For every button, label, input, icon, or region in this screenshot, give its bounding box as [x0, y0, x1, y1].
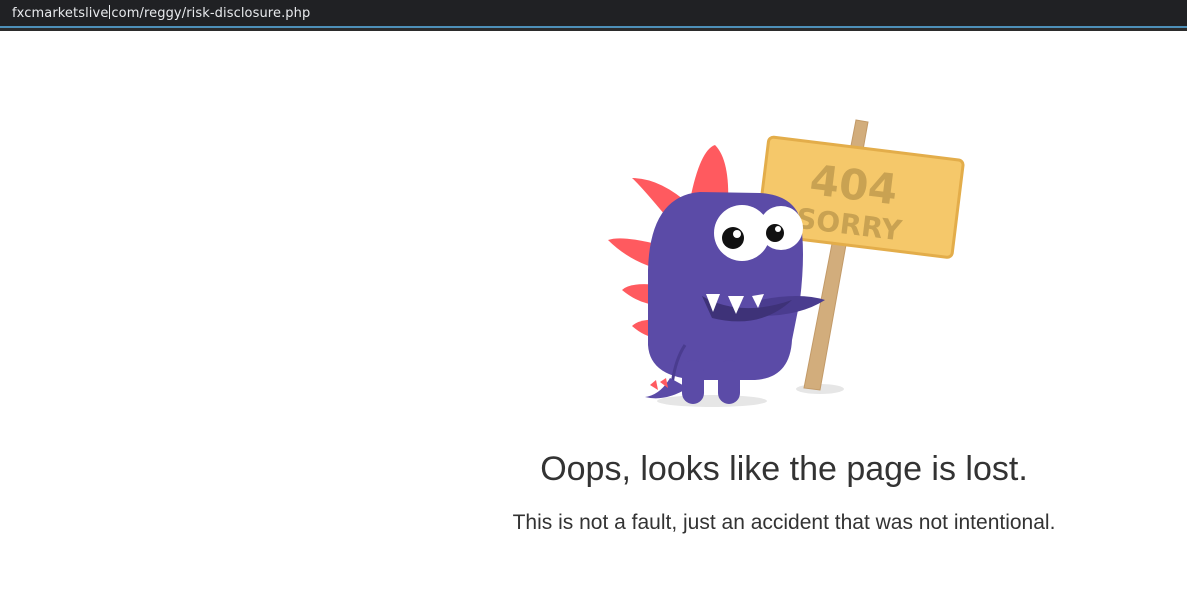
- url-host: fxcmarketslive: [12, 6, 109, 21]
- monster-leg-right: [718, 360, 740, 404]
- url-path: com/reggy/risk-disclosure.php: [111, 6, 311, 21]
- monster-leg-left: [682, 360, 704, 404]
- address-bar[interactable]: fxcmarketslive com/reggy/risk-disclosure.…: [0, 0, 1187, 27]
- error-title: Oops, looks like the page is lost.: [540, 450, 1028, 488]
- monster-404-sign-icon: 404 SORRY: [608, 119, 965, 407]
- address-bar-url[interactable]: fxcmarketslive com/reggy/risk-disclosure.…: [12, 5, 310, 21]
- monster-shadow: [657, 395, 767, 407]
- page-top-border: [0, 28, 1187, 31]
- error-subtitle: This is not a fault, just an accident th…: [512, 511, 1056, 534]
